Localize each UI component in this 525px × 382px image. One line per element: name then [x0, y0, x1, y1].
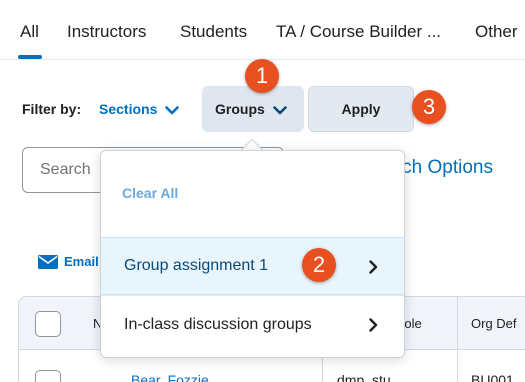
role-tabs: All Instructors Students TA / Course Bui… — [0, 0, 525, 60]
groups-dropdown-menu: Clear All Group assignment 1 In-class di… — [100, 150, 405, 358]
row-checkbox[interactable] — [35, 370, 61, 382]
sections-label: Sections — [99, 101, 158, 117]
user-org-id: BU001 — [471, 372, 514, 382]
callout-badge-1: 1 — [245, 59, 279, 93]
tab-other[interactable]: Other — [475, 22, 518, 42]
select-all-checkbox[interactable] — [35, 311, 61, 337]
apply-label: Apply — [341, 101, 381, 117]
mail-icon — [38, 254, 58, 269]
tab-students[interactable]: Students — [180, 22, 247, 42]
email-label: Email — [64, 254, 99, 269]
tab-all[interactable]: All — [20, 22, 39, 42]
search-placeholder: Search — [40, 161, 91, 178]
user-name-link[interactable]: Bear, Fozzie — [131, 372, 209, 382]
groups-label: Groups — [215, 101, 265, 117]
email-button[interactable]: Email — [38, 254, 99, 269]
callout-badge-3: 3 — [412, 90, 446, 124]
tab-instructors[interactable]: Instructors — [67, 22, 146, 42]
user-role: dmp_stu — [337, 372, 391, 382]
clear-all-button[interactable]: Clear All — [122, 185, 178, 201]
menu-item-label: In-class discussion groups — [124, 315, 312, 333]
callout-badge-2: 2 — [302, 248, 336, 282]
tab-ta-course-builder[interactable]: TA / Course Builder ... — [276, 22, 441, 42]
apply-button[interactable]: Apply — [308, 86, 414, 132]
menu-item-group-assignment-1[interactable]: Group assignment 1 — [101, 237, 404, 295]
search-options-link[interactable]: Search Options — [393, 157, 493, 179]
chevron-down-icon — [165, 105, 180, 114]
menu-item-in-class-discussion-groups[interactable]: In-class discussion groups — [101, 295, 404, 353]
menu-item-label: Group assignment 1 — [124, 257, 269, 274]
active-tab-indicator — [18, 55, 42, 59]
groups-filter-button[interactable]: Groups — [202, 86, 304, 132]
sections-filter-button[interactable]: Sections — [90, 88, 194, 130]
chevron-right-icon — [369, 260, 378, 274]
column-header-org-defined-id[interactable]: Org Def — [471, 316, 517, 331]
chevron-right-icon — [369, 318, 378, 332]
filter-by-label: Filter by: — [22, 101, 82, 117]
chevron-down-icon — [272, 105, 287, 114]
